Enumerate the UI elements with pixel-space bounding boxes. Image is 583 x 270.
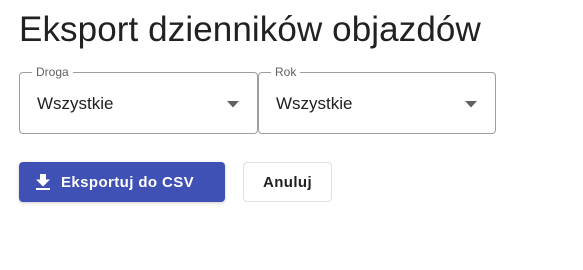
year-select[interactable]: Rok Wszystkie: [258, 65, 496, 134]
dialog-title: Eksport dzienników objazdów: [19, 10, 481, 49]
year-select-value: Wszystkie: [276, 94, 353, 113]
dropdown-arrow-icon[interactable]: [465, 101, 477, 108]
cancel-label: Anuluj: [262, 173, 313, 191]
dropdown-arrow-icon[interactable]: [227, 101, 239, 108]
year-select-label: Rok: [271, 65, 301, 79]
export-csv-button[interactable]: Eksportuj do CSV: [19, 162, 225, 202]
road-select[interactable]: Droga Wszystkie: [19, 65, 258, 134]
road-select-label: Droga: [32, 65, 73, 79]
export-csv-label: Eksportuj do CSV: [61, 173, 195, 191]
download-icon: [36, 174, 50, 190]
cancel-button[interactable]: Anuluj: [243, 162, 332, 202]
road-select-value: Wszystkie: [37, 94, 114, 113]
export-dialog: Eksport dzienników objazdów Droga Wszyst…: [0, 0, 583, 270]
